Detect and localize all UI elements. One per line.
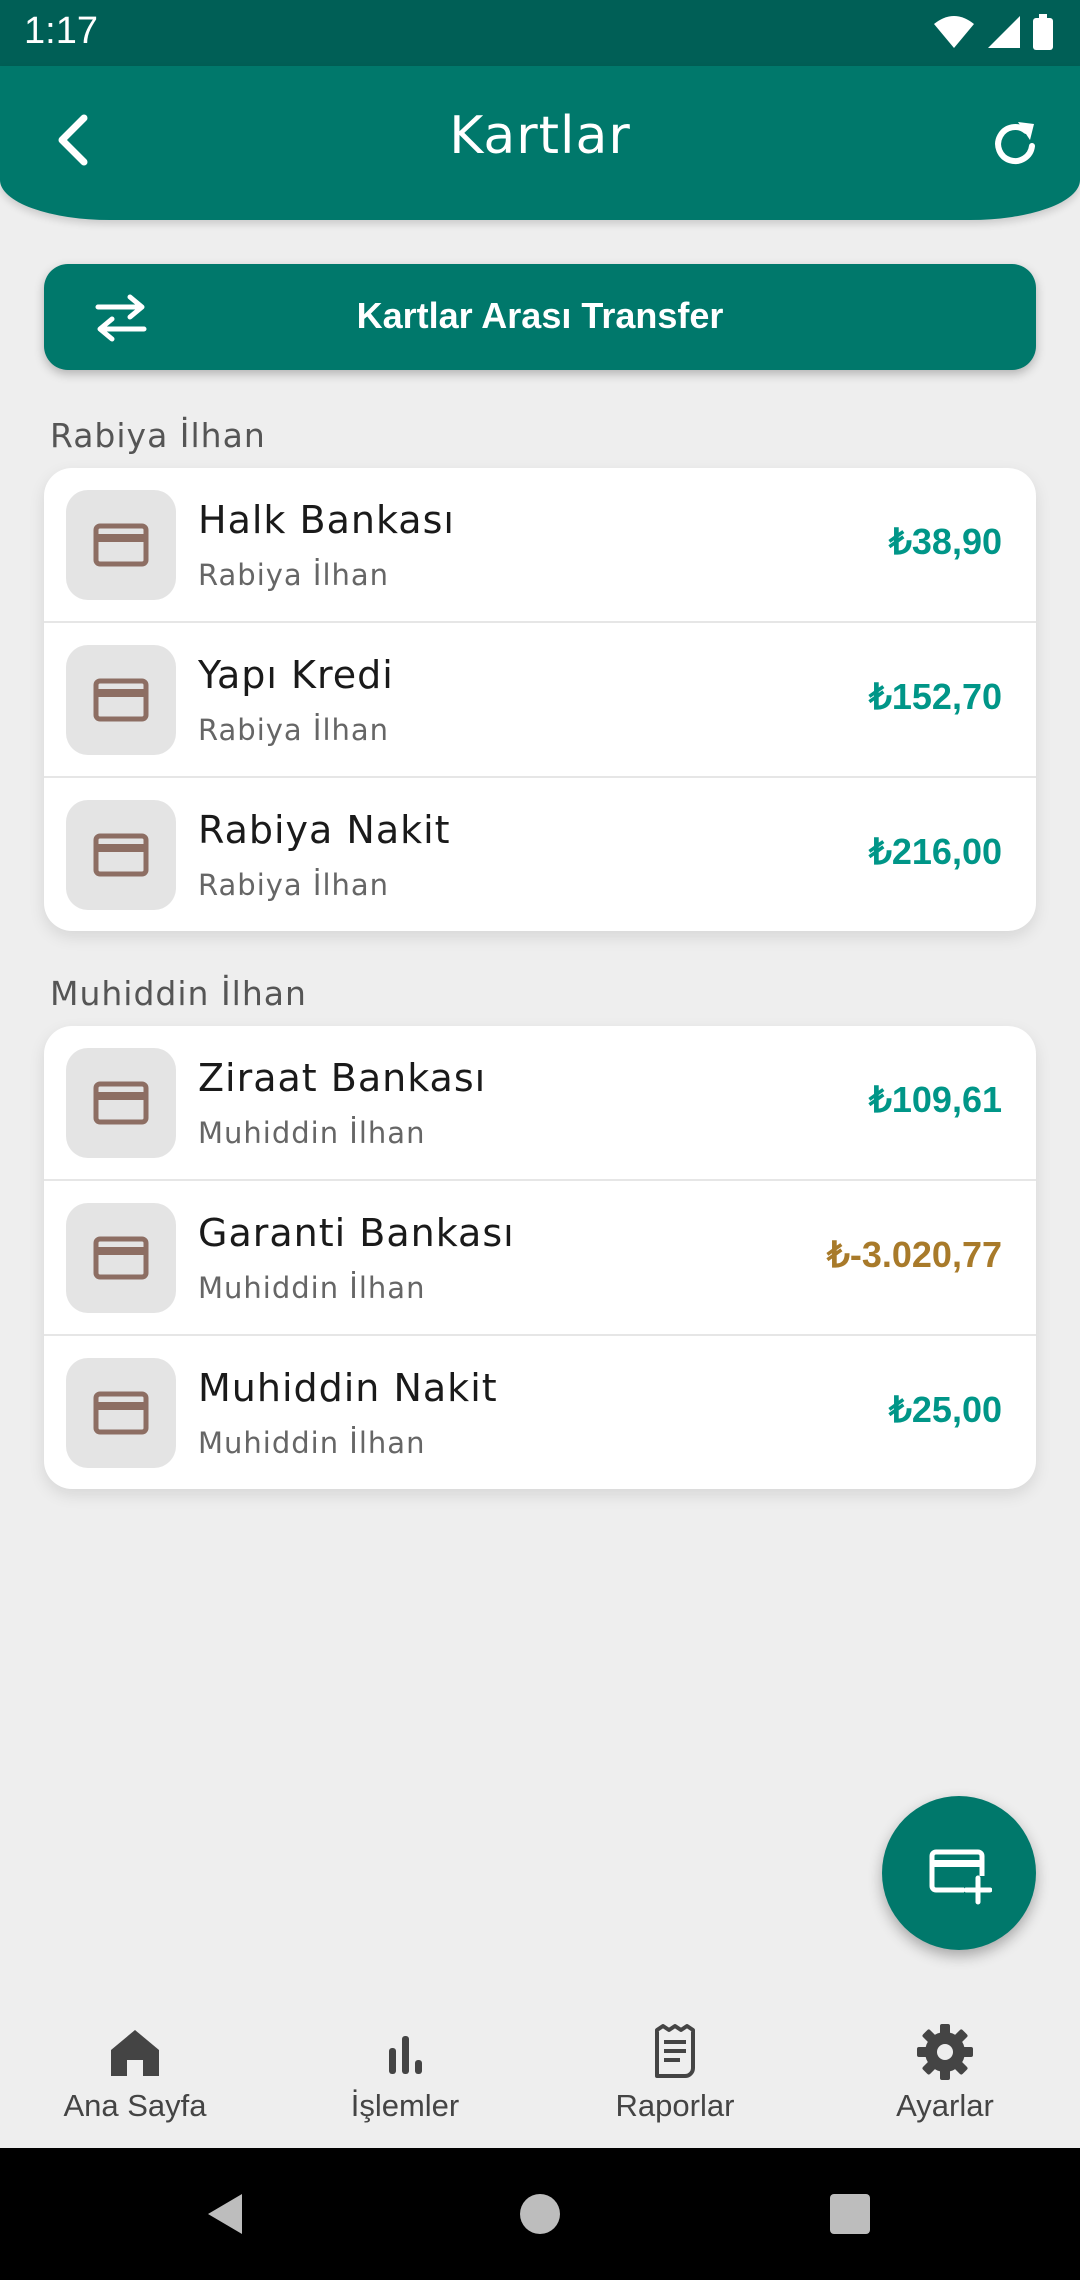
card-owner: Rabiya İlhan [198,868,390,902]
add-card-icon [929,1849,992,1905]
card-row[interactable]: Yapı Kredi Rabiya İlhan ₺152,70 [44,623,1036,778]
card-icon-tile [66,1203,176,1313]
gear-icon [917,2024,973,2080]
credit-card-icon [93,678,149,722]
nav-label: Raporlar [615,2088,735,2123]
card-icon-tile [66,800,176,910]
card-group: Ziraat Bankası Muhiddin İlhan ₺109,61 Ga… [44,1026,1036,1489]
card-name: Muhiddin Nakit [198,1366,498,1410]
credit-card-icon [93,1236,149,1280]
system-navigation-bar [0,2148,1080,2280]
card-balance: ₺25,00 [889,1389,1002,1430]
wifi-icon [934,16,974,48]
card-row[interactable]: Garanti Bankası Muhiddin İlhan ₺-3.020,7… [44,1181,1036,1336]
card-name: Ziraat Bankası [198,1056,487,1100]
receipt-icon [655,2024,695,2078]
card-name: Rabiya Nakit [198,808,451,852]
battery-icon [1033,14,1053,50]
system-back-icon[interactable] [202,2190,250,2238]
credit-card-icon [93,1391,149,1435]
transfer-button-label: Kartlar Arası Transfer [356,295,724,336]
card-balance-negative: ₺-3.020,77 [826,1234,1002,1275]
nav-label: İşlemler [350,2088,460,2123]
card-name: Yapı Kredi [198,653,394,697]
credit-card-icon [93,1081,149,1125]
status-time: 1:17 [24,10,98,52]
app-bar: Kartlar [0,66,1080,220]
group-title: Muhiddin İlhan [50,974,307,1013]
card-balance: ₺109,61 [868,1079,1002,1120]
nav-label: Ayarlar [896,2088,994,2123]
card-owner: Rabiya İlhan [198,558,390,592]
transfer-between-cards-button[interactable]: Kartlar Arası Transfer [44,264,1036,370]
card-group: Halk Bankası Rabiya İlhan ₺38,90 Yapı Kr… [44,468,1036,931]
page-title: Kartlar [449,106,631,166]
card-owner: Muhiddin İlhan [198,1116,426,1150]
system-home-icon[interactable] [516,2190,564,2238]
refresh-icon[interactable] [988,116,1044,172]
credit-card-icon [93,523,149,567]
card-icon-tile [66,490,176,600]
card-name: Halk Bankası [198,498,455,542]
card-icon-tile [66,1048,176,1158]
card-row[interactable]: Ziraat Bankası Muhiddin İlhan ₺109,61 [44,1026,1036,1181]
nav-item-reports[interactable]: Raporlar [540,1988,810,2148]
card-owner: Muhiddin İlhan [198,1426,426,1460]
card-row[interactable]: Halk Bankası Rabiya İlhan ₺38,90 [44,468,1036,623]
nav-item-transactions[interactable]: İşlemler [270,1988,540,2148]
card-icon-tile [66,645,176,755]
card-balance: ₺216,00 [868,831,1002,872]
bottom-navigation: Ana Sayfa İşlemler Raporlar Ayarlar [0,1988,1080,2148]
nav-label: Ana Sayfa [63,2088,207,2123]
nav-item-home[interactable]: Ana Sayfa [0,1988,270,2148]
signal-icon [988,16,1020,48]
status-icons [932,14,1054,50]
group-title: Rabiya İlhan [50,416,266,455]
card-owner: Rabiya İlhan [198,713,390,747]
credit-card-icon [93,833,149,877]
card-balance: ₺38,90 [889,521,1002,562]
card-icon-tile [66,1358,176,1468]
card-balance: ₺152,70 [868,676,1002,717]
card-owner: Muhiddin İlhan [198,1271,426,1305]
add-card-fab[interactable] [882,1796,1036,1950]
nav-item-settings[interactable]: Ayarlar [810,1988,1080,2148]
home-icon [111,2030,159,2076]
system-recents-icon[interactable] [828,2192,872,2236]
status-bar: 1:17 [0,0,1080,66]
card-row[interactable]: Rabiya Nakit Rabiya İlhan ₺216,00 [44,778,1036,931]
card-row[interactable]: Muhiddin Nakit Muhiddin İlhan ₺25,00 [44,1336,1036,1489]
card-name: Garanti Bankası [198,1211,515,1255]
bar-chart-icon [389,2036,422,2074]
